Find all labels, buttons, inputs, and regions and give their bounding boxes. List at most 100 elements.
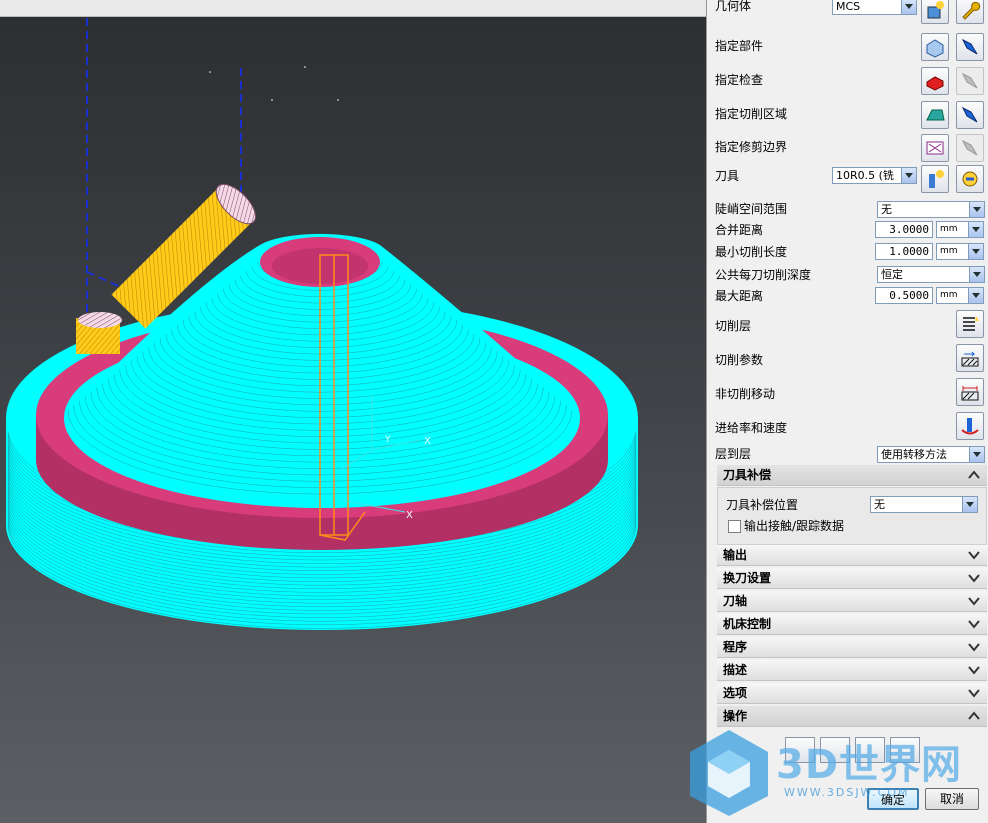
chevron-down-icon xyxy=(968,643,980,652)
section-tool-compensation[interactable]: 刀具补偿 xyxy=(717,465,987,486)
list-button[interactable] xyxy=(890,737,920,763)
geometry-select[interactable]: MCS xyxy=(832,0,917,15)
display-check-button[interactable] xyxy=(956,67,984,95)
non-cutting-moves-label: 非切削移动 xyxy=(715,387,776,401)
cut-params-icon xyxy=(961,351,979,367)
max-distance-unit[interactable]: mm xyxy=(936,287,984,304)
section-program[interactable]: 程序 xyxy=(717,637,987,658)
section-description[interactable]: 描述 xyxy=(717,660,987,681)
feeds-speeds-icon xyxy=(961,418,979,435)
feeds-speeds-label: 进给率和速度 xyxy=(715,421,788,435)
part-x-label: X xyxy=(406,510,413,521)
section-machine-control-title: 机床控制 xyxy=(723,617,772,631)
display-cut-area-button[interactable] xyxy=(956,101,984,129)
tool-label: 刀具 xyxy=(715,169,740,183)
steep-range-label: 陡峭空间范围 xyxy=(715,202,788,216)
edit-tool-button[interactable] xyxy=(956,165,984,193)
tool-comp-position-select[interactable]: 无 xyxy=(870,496,978,513)
depth-per-cut-label: 公共每刀切削深度 xyxy=(715,268,812,282)
specify-part-label: 指定部件 xyxy=(715,39,764,53)
non-cutting-moves-button[interactable] xyxy=(956,378,984,406)
level-to-level-select[interactable]: 使用转移方法 xyxy=(877,446,985,463)
edit-geometry-button[interactable] xyxy=(956,0,984,24)
ok-button[interactable]: 确定 xyxy=(867,788,919,810)
max-distance-unit-value: mm xyxy=(940,290,958,300)
section-output[interactable]: 输出 xyxy=(717,545,987,566)
display-trim-boundary-button[interactable] xyxy=(956,134,984,162)
chevron-up-icon xyxy=(968,711,980,720)
toolpath-scene: X Y X xyxy=(6,18,638,630)
new-tool-button[interactable] xyxy=(921,165,949,193)
level-to-level-label: 层到层 xyxy=(715,447,752,461)
tool-select-value: 10R0.5 (铣 xyxy=(836,169,894,182)
steep-range-select[interactable]: 无 xyxy=(877,201,985,218)
cut-params-label: 切削参数 xyxy=(715,353,764,367)
section-tool-axis-title: 刀轴 xyxy=(723,594,748,608)
feeds-speeds-button[interactable] xyxy=(956,412,984,440)
min-cut-length-input[interactable]: 1.0000 xyxy=(875,243,933,260)
cut-area-icon xyxy=(926,109,945,121)
max-distance-input[interactable]: 0.5000 xyxy=(875,287,933,304)
output-contact-checkbox[interactable] xyxy=(728,520,741,533)
depth-per-cut-select[interactable]: 恒定 xyxy=(877,266,985,283)
min-cut-length-unit[interactable]: mm xyxy=(936,243,984,260)
chevron-down-icon xyxy=(968,551,980,560)
output-contact-label: 输出接触/跟踪数据 xyxy=(744,519,845,533)
section-options-title: 选项 xyxy=(723,686,748,700)
cut-params-button[interactable] xyxy=(956,344,984,372)
section-machine-control[interactable]: 机床控制 xyxy=(717,614,987,635)
select-check-button[interactable] xyxy=(921,67,949,95)
chevron-down-icon xyxy=(968,574,980,583)
merge-distance-label: 合并距离 xyxy=(715,223,764,237)
chevron-down-icon xyxy=(968,666,980,675)
geometry-select-value: MCS xyxy=(836,0,861,13)
chevron-down-icon xyxy=(968,597,980,606)
wrench-icon xyxy=(962,1,981,20)
graphics-viewport[interactable]: X Y X xyxy=(0,0,706,823)
geometry-new-icon xyxy=(927,1,944,19)
part-icon xyxy=(926,39,944,58)
section-operate[interactable]: 操作 xyxy=(717,706,987,727)
replay-button[interactable] xyxy=(820,737,850,763)
cut-levels-label: 切削层 xyxy=(715,319,752,333)
tool-comp-position-label: 刀具补偿位置 xyxy=(726,498,799,512)
specify-cut-area-label: 指定切削区域 xyxy=(715,107,788,121)
display-part-button[interactable] xyxy=(956,33,984,61)
tool-edit-icon xyxy=(962,171,978,187)
section-options[interactable]: 选项 xyxy=(717,683,987,704)
section-program-title: 程序 xyxy=(723,640,748,654)
section-tool-change[interactable]: 换刀设置 xyxy=(717,568,987,589)
select-cut-area-button[interactable] xyxy=(921,101,949,129)
tool-small xyxy=(76,312,122,354)
section-description-title: 描述 xyxy=(723,663,748,677)
section-output-title: 输出 xyxy=(723,548,748,562)
level-to-level-value: 使用转移方法 xyxy=(881,448,947,461)
tool-select[interactable]: 10R0.5 (铣 xyxy=(832,167,917,184)
min-cut-length-label: 最小切削长度 xyxy=(715,245,788,259)
max-distance-label: 最大距离 xyxy=(715,289,764,303)
merge-distance-unit[interactable]: mm xyxy=(936,221,984,238)
select-part-button[interactable] xyxy=(921,33,949,61)
cancel-button[interactable]: 取消 xyxy=(925,788,979,810)
flashlight-icon xyxy=(961,106,978,123)
section-tool-change-title: 换刀设置 xyxy=(723,571,772,585)
trim-boundary-icon xyxy=(926,141,944,155)
steep-range-value: 无 xyxy=(881,203,892,216)
confirm-button[interactable] xyxy=(855,737,885,763)
generate-button[interactable] xyxy=(785,737,815,763)
merge-distance-input[interactable]: 3.0000 xyxy=(875,221,933,238)
select-trim-boundary-button[interactable] xyxy=(921,134,949,162)
new-geometry-button[interactable] xyxy=(921,0,949,24)
geometry-label: 几何体 xyxy=(715,0,752,13)
section-tool-axis[interactable]: 刀轴 xyxy=(717,591,987,612)
section-tool-compensation-title: 刀具补偿 xyxy=(723,468,772,482)
section-operate-title: 操作 xyxy=(723,709,748,723)
wcs-x-label: X xyxy=(424,436,431,447)
specify-check-label: 指定检查 xyxy=(715,73,764,87)
chevron-down-icon xyxy=(968,689,980,698)
merge-distance-unit-value: mm xyxy=(940,224,958,234)
chevron-down-icon xyxy=(968,620,980,629)
tool-compensation-body: 刀具补偿位置 无 输出接触/跟踪数据 xyxy=(717,487,987,545)
flashlight-icon xyxy=(961,38,978,55)
cut-levels-button[interactable] xyxy=(956,310,984,338)
